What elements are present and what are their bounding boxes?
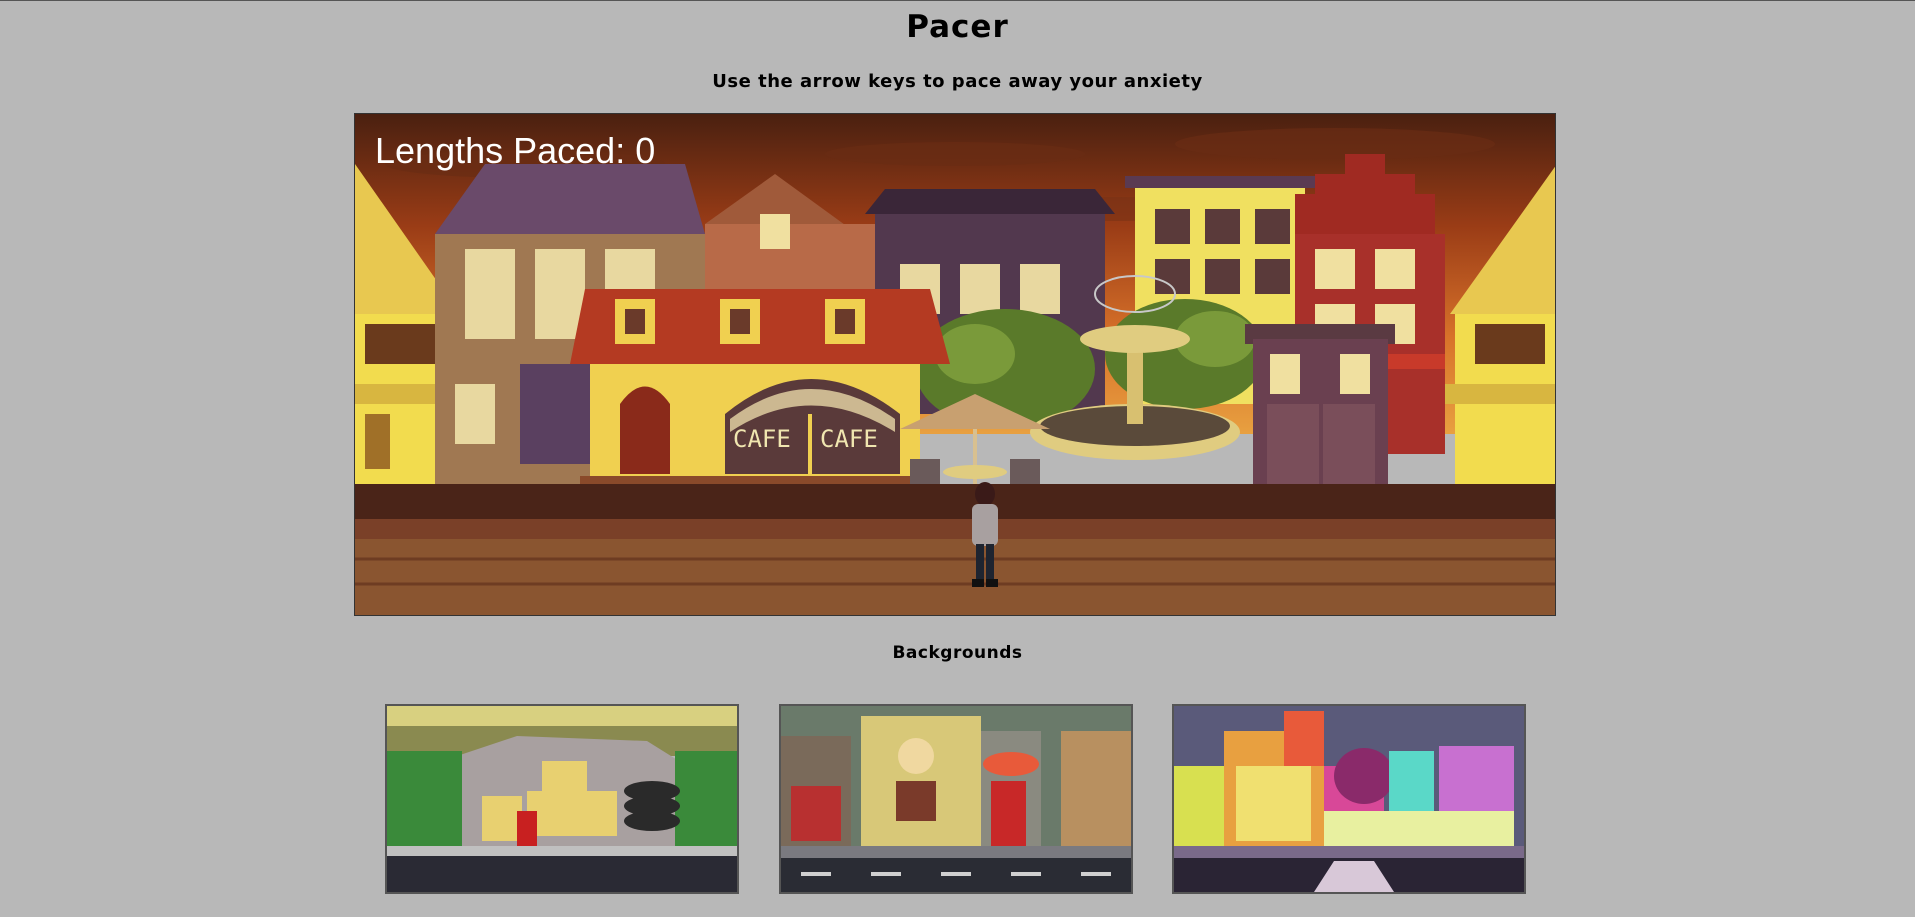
alley-scene-thumbnail [387, 706, 737, 892]
backgrounds-heading: Backgrounds [892, 643, 1023, 663]
page-title: Pacer [906, 9, 1009, 45]
cafe-sign-right: CAFE [820, 425, 878, 453]
score-counter: Lengths Paced: 0 [375, 130, 656, 171]
background-option-alley[interactable] [385, 704, 739, 894]
page-subtitle: Use the arrow keys to pace away your anx… [712, 71, 1203, 92]
cafe-sign-left: CAFE [733, 425, 791, 453]
background-option-street[interactable] [779, 704, 1133, 894]
background-option-neon-city[interactable] [1172, 704, 1526, 894]
game-canvas[interactable]: CAFE CAFE Lengths Paced: 0 [354, 113, 1556, 616]
street-scene-thumbnail [781, 706, 1131, 892]
town-square-scene: CAFE CAFE [355, 114, 1555, 615]
neon-city-scene-thumbnail [1174, 706, 1524, 892]
